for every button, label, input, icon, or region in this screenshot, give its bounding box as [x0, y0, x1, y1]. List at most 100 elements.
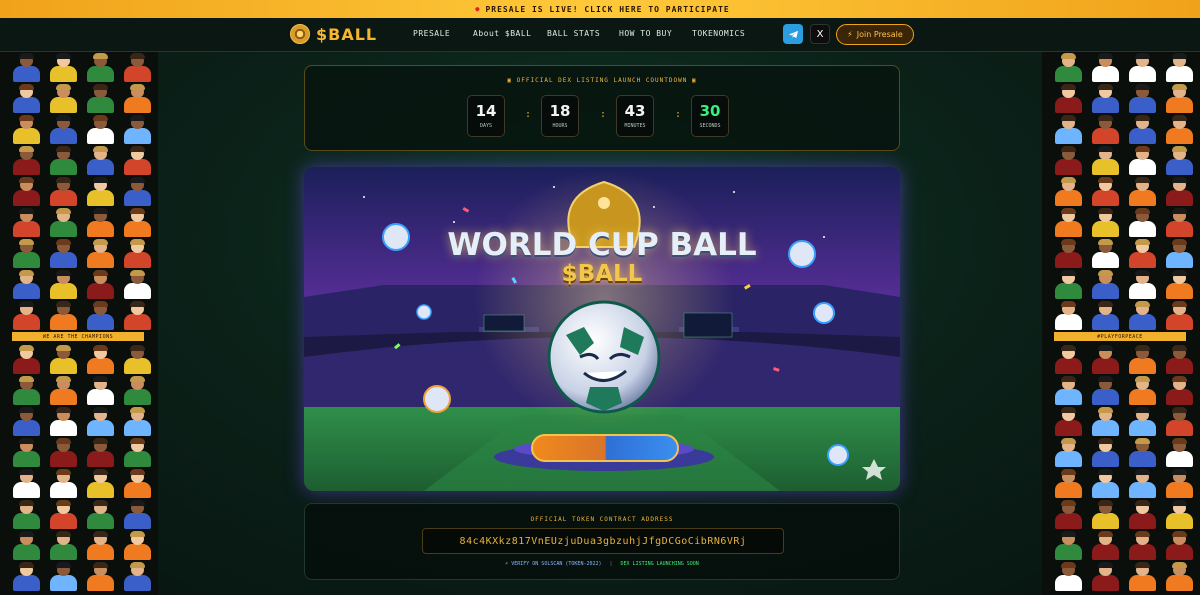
days-label: DAYS: [479, 123, 493, 129]
fan-figure: [45, 406, 82, 437]
fan-figure: [82, 561, 119, 592]
navbar: $BALL PRESALE About $BALL BALL STATS HOW…: [0, 18, 1200, 52]
fan-figure: [119, 238, 156, 269]
fan-figure: [1050, 344, 1087, 375]
fan-figure: [1050, 238, 1087, 269]
fan-figure: [8, 499, 45, 530]
fan-figure: [45, 114, 82, 145]
fan-figure: [119, 344, 156, 375]
right-crowd-panel: #PLAYFORPEACE: [1042, 52, 1200, 595]
fan-figure: [1124, 300, 1161, 331]
fan-figure: [45, 530, 82, 561]
fan-figure: [1087, 238, 1124, 269]
fan-figure: [1124, 269, 1161, 300]
fan-figure: [82, 145, 119, 176]
fan-figure: [1050, 468, 1087, 499]
fan-figure: [45, 176, 82, 207]
nav-link-ball-stats[interactable]: BALL STATS: [547, 29, 600, 38]
fan-figure: [1161, 83, 1198, 114]
left-crowd-panel: WE ARE THE CHAMPIONS: [0, 52, 158, 595]
fan-figure: [1050, 145, 1087, 176]
fan-figure: [1161, 499, 1198, 530]
hours-label: HOURS: [552, 123, 568, 129]
verify-solscan-link[interactable]: ⌕ VERIFY ON SOLSCAN (TOKEN-2022): [505, 561, 601, 567]
fan-figure: [1124, 561, 1161, 592]
fan-figure: [45, 344, 82, 375]
fan-figure: [119, 176, 156, 207]
fan-figure: [1050, 437, 1087, 468]
telegram-icon[interactable]: [783, 24, 803, 44]
divider: |: [609, 561, 613, 567]
fan-figure: [82, 269, 119, 300]
fan-figure: [1087, 176, 1124, 207]
search-icon: ⌕: [505, 561, 509, 567]
live-dot-icon: ●: [475, 5, 481, 13]
nav-link-how-to-buy[interactable]: HOW TO BUY: [619, 29, 672, 38]
fan-figure: [119, 269, 156, 300]
fan-figure: [1124, 83, 1161, 114]
fan-figure: [119, 207, 156, 238]
fan-figure: [119, 83, 156, 114]
fan-figure: [119, 437, 156, 468]
seconds-value: 30: [699, 102, 721, 120]
fan-figure: [1161, 406, 1198, 437]
join-presale-label: Join Presale: [856, 30, 903, 39]
fan-figure: [1161, 269, 1198, 300]
car-icon: ▣: [507, 77, 513, 84]
crowd-grid: [8, 344, 158, 592]
fan-figure: [1161, 176, 1198, 207]
nav-link-about[interactable]: About $BALL: [473, 29, 531, 38]
contract-address[interactable]: 84c4KXkz817VnEUzjuDua3gbzuhjJfgDCGoCibRN…: [422, 528, 784, 554]
fan-figure: [8, 238, 45, 269]
fan-figure: [8, 437, 45, 468]
fan-figure: [82, 344, 119, 375]
fan-figure: [1124, 344, 1161, 375]
countdown-separator: :: [525, 109, 532, 120]
x-icon[interactable]: X: [810, 24, 830, 44]
fan-figure: [82, 437, 119, 468]
fan-figure: [119, 300, 156, 331]
fan-figure: [1050, 406, 1087, 437]
fan-figure: [82, 83, 119, 114]
fan-figure: [45, 269, 82, 300]
car-icon: ▣: [691, 77, 697, 84]
crowd-grid: [1050, 52, 1200, 331]
fan-figure: [1124, 499, 1161, 530]
countdown-days: 14 DAYS: [467, 95, 505, 137]
contract-title: OFFICIAL TOKEN CONTRACT ADDRESS: [530, 516, 674, 523]
fan-figure: [82, 207, 119, 238]
fan-figure: [8, 344, 45, 375]
join-presale-button[interactable]: ⚡ Join Presale: [836, 24, 914, 45]
logo[interactable]: $BALL: [290, 24, 377, 44]
logo-text: $BALL: [316, 24, 378, 44]
contract-panel: OFFICIAL TOKEN CONTRACT ADDRESS 84c4KXkz…: [304, 503, 900, 580]
fan-figure: [1161, 530, 1198, 561]
fan-figure: [45, 437, 82, 468]
fan-figure: [1161, 207, 1198, 238]
fan-figure: [1087, 269, 1124, 300]
countdown-panel: ▣ OFFICIAL DEX LISTING LAUNCH COUNTDOWN …: [304, 65, 900, 151]
presale-banner[interactable]: ● PRESALE IS LIVE! CLICK HERE TO PARTICI…: [0, 0, 1200, 18]
ball-logo-icon: [290, 24, 310, 44]
fan-figure: [1087, 406, 1124, 437]
fan-figure: [1050, 52, 1087, 83]
fan-figure: [45, 207, 82, 238]
fan-figure: [1050, 176, 1087, 207]
crowd-grid: [1050, 344, 1200, 592]
fan-figure: [8, 52, 45, 83]
fan-figure: [119, 145, 156, 176]
fan-figure: [8, 269, 45, 300]
right-strip-banner: #PLAYFORPEACE: [1054, 332, 1186, 341]
fan-figure: [1087, 561, 1124, 592]
fan-figure: [1124, 52, 1161, 83]
nav-link-presale[interactable]: PRESALE: [413, 29, 450, 38]
fan-figure: [1161, 145, 1198, 176]
fan-figure: [1124, 375, 1161, 406]
fan-figure: [1161, 114, 1198, 145]
nav-link-tokenomics[interactable]: TOKENOMICS: [692, 29, 745, 38]
fan-figure: [8, 207, 45, 238]
minutes-value: 43: [624, 102, 646, 120]
fan-figure: [1050, 530, 1087, 561]
fan-figure: [1124, 238, 1161, 269]
fan-figure: [1161, 437, 1198, 468]
